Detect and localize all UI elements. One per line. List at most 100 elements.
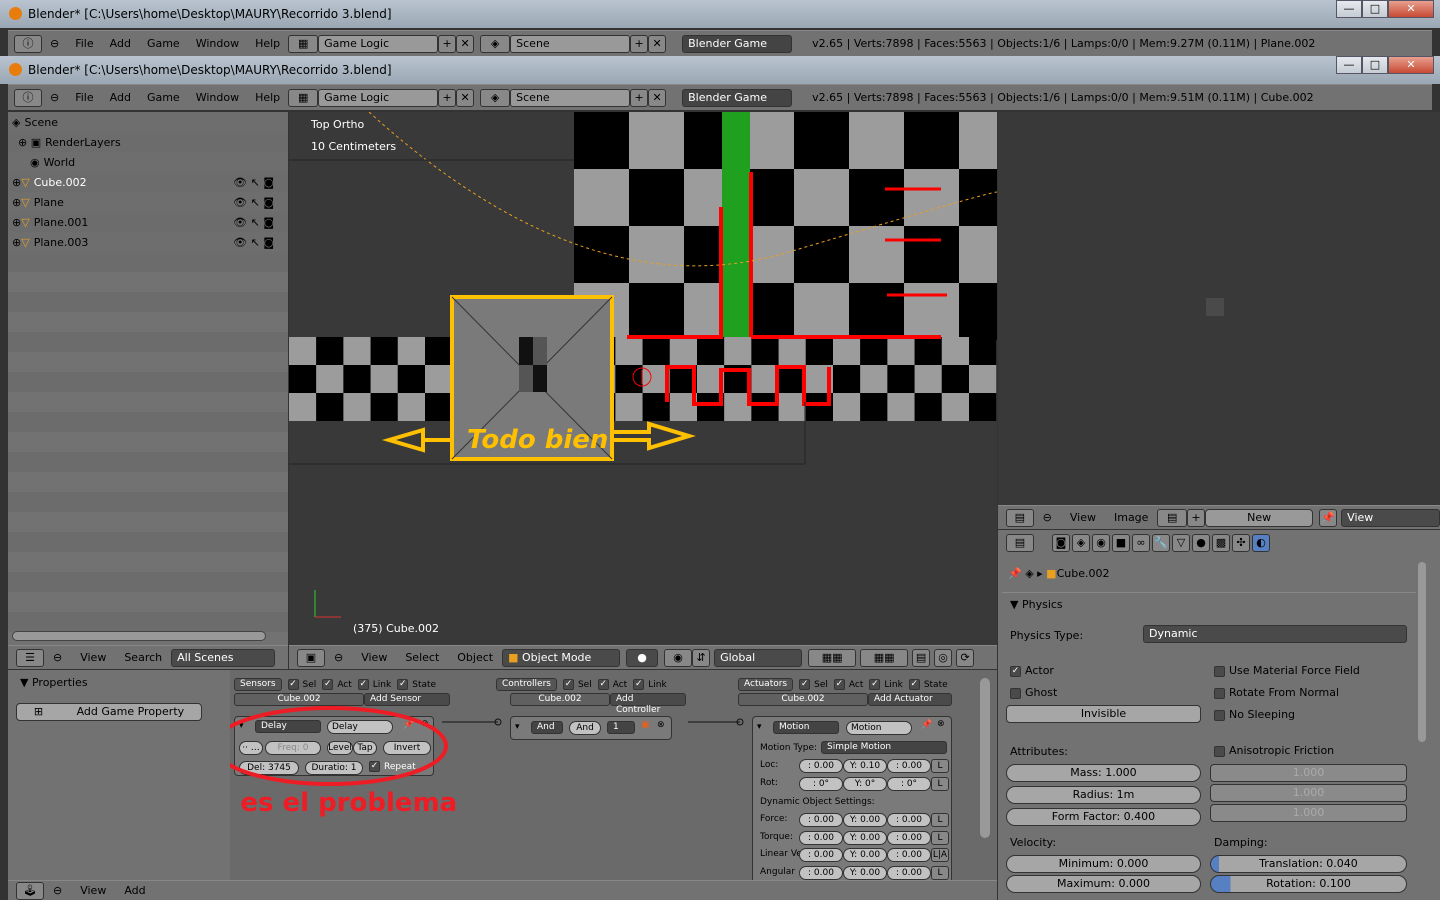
search-menu[interactable]: Search bbox=[124, 651, 162, 664]
menu-game[interactable]: Game bbox=[147, 91, 180, 104]
3d-viewport[interactable]: Top Ortho 10 Centimeters Todo bien (375)… bbox=[289, 112, 997, 645]
close-button[interactable]: ✕ bbox=[1388, 56, 1434, 74]
menu-window[interactable]: Window bbox=[196, 37, 239, 50]
add-icon[interactable]: + bbox=[1187, 508, 1205, 527]
screen-layout-field[interactable]: Game Logic bbox=[318, 88, 439, 107]
menu-help[interactable]: Help bbox=[255, 37, 280, 50]
local-toggle[interactable]: L bbox=[931, 777, 949, 791]
motion-value-field[interactable]: Y: 0.00 bbox=[843, 848, 887, 862]
properties-panel-header[interactable]: ▼ Properties bbox=[20, 676, 88, 689]
maximize-button[interactable]: □ bbox=[1362, 0, 1388, 18]
act-checkbox[interactable]: ✓ Act bbox=[597, 679, 627, 690]
add-icon[interactable]: + bbox=[630, 88, 649, 107]
invisible-toggle[interactable]: Invisible bbox=[1006, 705, 1201, 723]
visibility-icons[interactable]: 👁 ↖ ◙ bbox=[233, 216, 274, 229]
menu-file[interactable]: File bbox=[75, 37, 93, 50]
velocity-max-field[interactable]: Maximum: 0.000 bbox=[1006, 875, 1201, 893]
aniso-y-field[interactable]: 1.000 bbox=[1210, 784, 1407, 802]
aniso-x-field[interactable]: 1.000 bbox=[1210, 764, 1407, 782]
layout-icon[interactable]: ▦ bbox=[288, 88, 319, 107]
ghost-checkbox[interactable]: Ghost bbox=[1010, 686, 1057, 699]
editor-type-icon[interactable]: ☰ bbox=[16, 648, 44, 667]
motion-value-field[interactable]: Y: 0.00 bbox=[843, 813, 887, 827]
motion-value-field[interactable]: Y: 0° bbox=[843, 777, 887, 791]
actor-checkbox[interactable]: ✓ Actor bbox=[1010, 664, 1054, 677]
minimize-button[interactable]: — bbox=[1336, 0, 1362, 18]
motion-value-field[interactable]: : 0.00 bbox=[799, 759, 843, 773]
orientation-select[interactable]: Global bbox=[714, 648, 803, 667]
motion-value-field[interactable]: : 0.00 bbox=[887, 866, 931, 880]
mass-field[interactable]: Mass: 1.000 bbox=[1006, 764, 1201, 782]
delete-icon[interactable]: ✕ bbox=[456, 34, 475, 53]
material-tab-icon[interactable]: ● bbox=[1192, 534, 1210, 552]
motion-value-field[interactable]: : 0.00 bbox=[799, 866, 843, 880]
select-menu[interactable]: Select bbox=[405, 651, 439, 664]
form-factor-field[interactable]: Form Factor: 0.400 bbox=[1006, 808, 1201, 826]
editor-type-icon[interactable]: ▤ bbox=[1006, 508, 1034, 527]
pin-icon[interactable]: 📌 bbox=[921, 720, 932, 730]
radius-field[interactable]: Radius: 1m bbox=[1006, 786, 1201, 804]
physics-panel-header[interactable]: ▼ Physics bbox=[1002, 592, 1416, 614]
editor-type-icon[interactable]: 🕹 bbox=[16, 881, 44, 900]
pin-icon[interactable]: 📌 bbox=[1319, 508, 1338, 527]
lock-icon[interactable]: ▤ bbox=[912, 648, 931, 667]
motion-type-select[interactable]: Simple Motion bbox=[821, 741, 947, 754]
physics-tab-icon[interactable]: ◐ bbox=[1252, 534, 1270, 552]
aniso-z-field[interactable]: 1.000 bbox=[1210, 804, 1407, 822]
motion-value-field[interactable]: : 0.00 bbox=[887, 848, 931, 862]
engine-select[interactable]: Blender Game bbox=[682, 34, 793, 53]
new-image-button[interactable]: New bbox=[1204, 508, 1314, 527]
image-editor[interactable] bbox=[998, 112, 1440, 505]
actuators-menu[interactable]: Actuators bbox=[738, 678, 794, 691]
outliner-item-plane001[interactable]: ⊕ ▽ Plane.001 👁 ↖ ◙ bbox=[8, 212, 288, 232]
data-tab-icon[interactable]: ▽ bbox=[1172, 534, 1190, 552]
view-menu[interactable]: View bbox=[80, 884, 106, 897]
maximize-button[interactable]: □ bbox=[1362, 56, 1388, 74]
rotation-damping-field[interactable]: Rotation: 0.100 bbox=[1210, 875, 1407, 893]
local-toggle[interactable]: L|A bbox=[931, 848, 949, 862]
preference-icon[interactable]: ▣ bbox=[641, 720, 650, 730]
local-toggle[interactable]: L bbox=[931, 759, 949, 773]
motion-value-field[interactable]: : 0.00 bbox=[887, 813, 931, 827]
menu-add[interactable]: Add bbox=[110, 37, 131, 50]
motion-value-field[interactable]: : 0.00 bbox=[887, 831, 931, 845]
view-menu[interactable]: View bbox=[361, 651, 387, 664]
modifiers-tab-icon[interactable]: 🔧 bbox=[1152, 534, 1170, 552]
pivot-icon[interactable]: ◉ bbox=[664, 648, 693, 667]
display-mode-select[interactable]: All Scenes bbox=[171, 648, 276, 667]
physics-type-select[interactable]: Dynamic bbox=[1143, 625, 1407, 643]
controller-state-select[interactable]: 1 bbox=[607, 721, 635, 734]
outliner-item-renderlayers[interactable]: ⊕ ▣ RenderLayers bbox=[8, 132, 288, 152]
snap-icon[interactable]: ⟳ bbox=[956, 648, 975, 667]
add-actuator-select[interactable]: Add Actuator bbox=[868, 693, 952, 706]
menu-help[interactable]: Help bbox=[255, 91, 280, 104]
controllers-menu[interactable]: Controllers bbox=[496, 678, 557, 691]
layers-icon[interactable]: ▦▦ bbox=[860, 648, 909, 667]
minimize-button[interactable]: — bbox=[1336, 56, 1362, 74]
render-icon[interactable]: ◎ bbox=[934, 648, 953, 667]
logic-scrollbar[interactable] bbox=[980, 678, 990, 838]
sel-checkbox[interactable]: ✓ Sel bbox=[799, 679, 828, 690]
editor-type-icon[interactable]: ⓘ bbox=[14, 34, 42, 53]
menu-window[interactable]: Window bbox=[196, 91, 239, 104]
view-mode-select[interactable]: View bbox=[1341, 508, 1440, 527]
outliner-item-cube002[interactable]: ⊕ ▽ Cube.002 👁 ↖ ◙ bbox=[8, 172, 288, 192]
actuator-name-field[interactable]: Motion bbox=[846, 721, 912, 735]
sel-checkbox[interactable]: ✓ Sel bbox=[562, 679, 592, 690]
no-sleeping-checkbox[interactable]: No Sleeping bbox=[1214, 708, 1295, 721]
close-button[interactable]: ✕ bbox=[1388, 0, 1434, 18]
motion-value-field[interactable]: Y: 0.10 bbox=[843, 759, 887, 773]
motion-value-field[interactable]: : 0° bbox=[799, 777, 843, 791]
controller-name-field[interactable]: And bbox=[569, 721, 601, 735]
add-controller-select[interactable]: Add Controller bbox=[610, 693, 686, 715]
link-checkbox[interactable]: ✓ Link bbox=[633, 679, 667, 690]
local-toggle[interactable]: L bbox=[931, 813, 949, 827]
image-menu[interactable]: Image bbox=[1114, 511, 1148, 524]
texture-tab-icon[interactable]: ▩ bbox=[1212, 534, 1230, 552]
scene-icon[interactable]: ◈ bbox=[480, 34, 511, 53]
state-checkbox[interactable]: ✓ State bbox=[908, 679, 948, 690]
menu-file[interactable]: File bbox=[75, 91, 93, 104]
scene-tab-icon[interactable]: ◈ bbox=[1072, 534, 1090, 552]
editor-type-icon[interactable]: ▣ bbox=[297, 648, 325, 667]
controller-type-select[interactable]: And bbox=[531, 721, 563, 734]
